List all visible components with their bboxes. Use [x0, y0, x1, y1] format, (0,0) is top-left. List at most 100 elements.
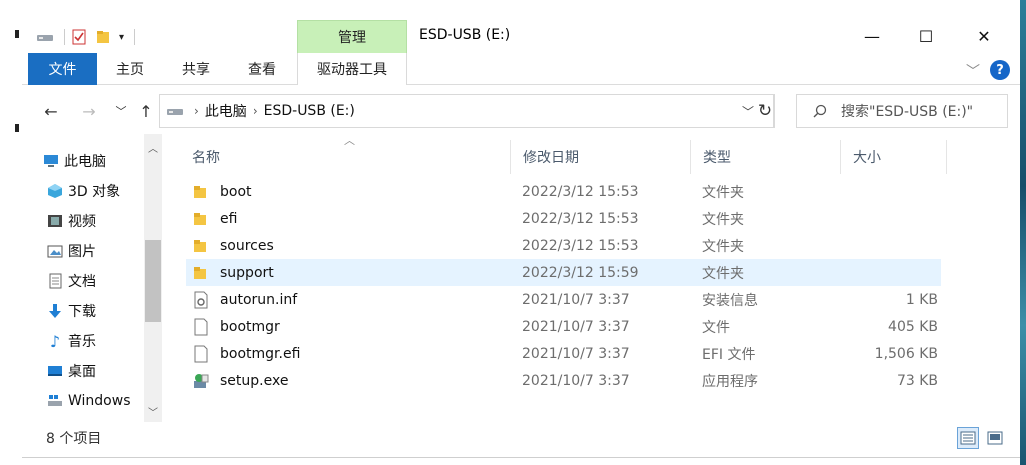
tab-drive-tools[interactable]: 驱动器工具	[297, 53, 407, 85]
folder-icon	[192, 210, 210, 228]
file-modified: 2022/3/12 15:53	[522, 183, 639, 200]
status-bar: 8 个项目	[22, 424, 1020, 450]
scroll-down-icon[interactable]: ﹀	[147, 404, 159, 419]
tab-view[interactable]: 查看	[236, 53, 288, 85]
file-name: sources	[220, 237, 274, 254]
file-name: bootmgr.efi	[220, 345, 301, 362]
properties-icon[interactable]	[71, 29, 91, 45]
sidebar-item-pictures[interactable]: 图片	[46, 238, 146, 264]
3d-objects-icon	[46, 182, 64, 200]
file-type: 文件	[702, 319, 730, 336]
column-header-size[interactable]: 大小	[841, 140, 947, 174]
toolbar-divider	[134, 29, 136, 45]
search-input[interactable]: 搜索"ESD-USB (E:)"	[841, 101, 973, 121]
sidebar-item-label: 图片	[68, 244, 96, 260]
column-header-modified[interactable]: 修改日期	[511, 140, 691, 174]
file-list: ︿ 名称 修改日期 类型 大小 boot 2022/3/12 15:53 文件夹 ef…	[180, 134, 962, 422]
column-header-name[interactable]: 名称	[180, 140, 511, 174]
forward-button[interactable]: →	[78, 100, 100, 122]
breadcrumb-this-pc[interactable]: 此电脑	[205, 101, 247, 121]
file-name: boot	[220, 183, 252, 200]
ribbon-tabs: 文件 主页 共享 查看 驱动器工具 ﹀ ?	[22, 53, 1020, 85]
refresh-button[interactable]: ↻	[754, 100, 776, 122]
breadcrumb-chevron-icon[interactable]: ›	[253, 104, 258, 118]
back-button[interactable]: ←	[40, 100, 62, 122]
navigation-pane-scrollbar[interactable]: ︿ ﹀	[144, 134, 162, 422]
desktop-icon	[46, 362, 64, 380]
computer-icon	[42, 152, 60, 170]
file-size: 1 KB	[905, 291, 938, 308]
maximize-button[interactable]: ☐	[898, 20, 954, 52]
video-icon	[46, 212, 64, 230]
recent-locations-button[interactable]: ﹀	[110, 100, 132, 122]
desktop-mark	[15, 30, 19, 38]
customize-toolbar-icon[interactable]: ▾	[119, 32, 124, 43]
sidebar-item-label: 桌面	[68, 364, 96, 380]
music-icon: ♪	[49, 331, 61, 351]
tab-manage[interactable]: 管理	[297, 20, 407, 53]
folder-icon	[192, 264, 210, 282]
tab-file[interactable]: 文件	[28, 53, 97, 85]
file-name: autorun.inf	[220, 291, 298, 308]
close-button[interactable]: ✕	[956, 20, 1012, 52]
file-modified: 2021/10/7 3:37	[522, 291, 630, 308]
new-folder-icon[interactable]	[95, 29, 115, 45]
tab-home[interactable]: 主页	[104, 53, 156, 85]
file-modified: 2021/10/7 3:37	[522, 345, 630, 362]
desktop-wallpaper-edge	[1020, 0, 1026, 465]
up-button[interactable]: ↑	[135, 100, 157, 122]
setup-info-icon	[192, 291, 210, 309]
file-size: 73 KB	[896, 372, 938, 389]
breadcrumb-chevron-icon[interactable]: ›	[194, 104, 199, 118]
table-row[interactable]: support 2022/3/12 15:59 文件夹	[186, 259, 941, 286]
sidebar-item-videos[interactable]: 视频	[46, 208, 146, 234]
table-row[interactable]: bootmgr 2021/10/7 3:37 文件 405 KB	[186, 313, 941, 340]
sidebar-item-label: 3D 对象	[68, 184, 121, 200]
sidebar-item-label: 视频	[68, 214, 96, 230]
folder-icon	[192, 237, 210, 255]
ribbon-expand-icon[interactable]: ﹀	[966, 61, 980, 81]
table-row[interactable]: bootmgr.efi 2021/10/7 3:37 EFI 文件 1,506 KB	[186, 340, 941, 367]
large-icons-view-button[interactable]	[984, 427, 1006, 449]
file-modified: 2022/3/12 15:59	[522, 264, 639, 281]
minimize-button[interactable]: —	[844, 20, 900, 52]
sidebar-item-desktop[interactable]: 桌面	[46, 358, 146, 384]
table-row[interactable]: sources 2022/3/12 15:53 文件夹	[186, 232, 941, 259]
tab-share[interactable]: 共享	[170, 53, 222, 85]
sidebar-item-downloads[interactable]: 下载	[46, 298, 146, 324]
help-icon[interactable]: ?	[990, 60, 1010, 80]
item-count: 8 个项目	[46, 431, 102, 447]
explorer-window: ▾ 管理 ESD-USB (E:) — ☐ ✕ 文件 主页 共享 查看 驱动器工…	[22, 0, 1020, 458]
quick-access-toolbar: ▾	[36, 26, 136, 48]
file-name: support	[220, 264, 274, 281]
table-row[interactable]: efi 2022/3/12 15:53 文件夹	[186, 205, 941, 232]
details-view-button[interactable]	[957, 427, 979, 449]
scrollbar-thumb[interactable]	[145, 240, 161, 322]
file-icon	[192, 345, 210, 363]
file-type: EFI 文件	[702, 346, 756, 363]
sidebar-item-documents[interactable]: 文档	[46, 268, 146, 294]
search-icon	[813, 104, 827, 118]
drive-icon[interactable]	[36, 30, 58, 44]
address-bar[interactable]: › 此电脑 › ESD-USB (E:) ﹀	[159, 94, 774, 128]
search-box[interactable]: 搜索"ESD-USB (E:)"	[796, 94, 1008, 128]
file-size: 405 KB	[888, 318, 938, 335]
file-modified: 2021/10/7 3:37	[522, 372, 630, 389]
file-size	[846, 205, 938, 232]
scroll-up-icon[interactable]: ︿	[147, 140, 159, 155]
table-row[interactable]: autorun.inf 2021/10/7 3:37 安装信息 1 KB	[186, 286, 941, 313]
column-header-type[interactable]: 类型	[691, 140, 841, 174]
title-bar: ▾ 管理 ESD-USB (E:) — ☐ ✕	[22, 20, 1020, 53]
table-row[interactable]: boot 2022/3/12 15:53 文件夹	[186, 178, 941, 205]
setup-exe-icon	[192, 372, 210, 390]
window-title: ESD-USB (E:)	[419, 27, 511, 43]
address-dropdown-icon[interactable]: ﹀	[742, 103, 754, 120]
breadcrumb-current-drive[interactable]: ESD-USB (E:)	[264, 103, 355, 119]
sidebar-item-3d-objects[interactable]: 3D 对象	[46, 178, 146, 204]
sidebar-item-windows-drive[interactable]: Windows	[46, 388, 146, 414]
sidebar-item-this-pc[interactable]: 此电脑	[42, 148, 142, 174]
table-row[interactable]: setup.exe 2021/10/7 3:37 应用程序 73 KB	[186, 367, 941, 394]
sidebar-item-music[interactable]: ♪ 音乐	[46, 328, 146, 354]
file-type: 文件夹	[702, 211, 744, 228]
folder-icon	[192, 183, 210, 201]
